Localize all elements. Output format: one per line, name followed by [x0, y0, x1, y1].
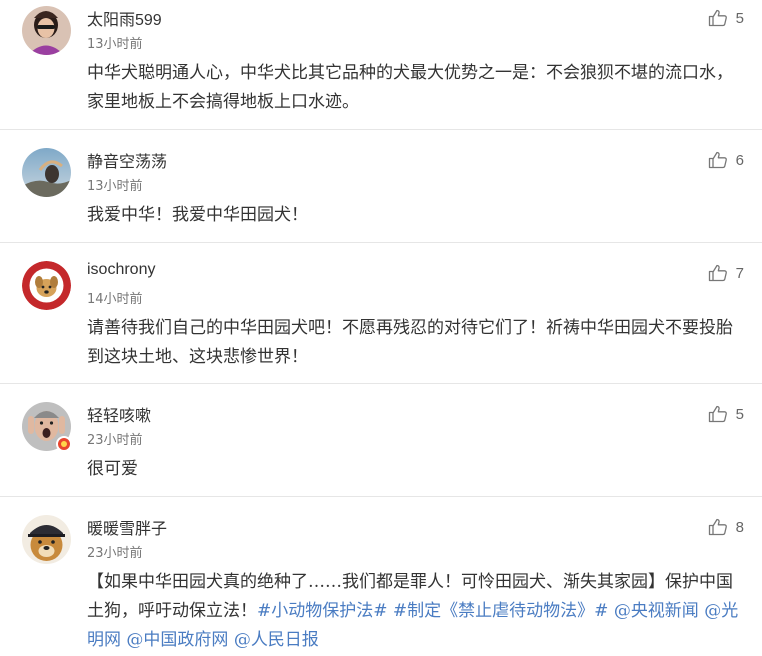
comment-text: 很可爱: [87, 459, 138, 479]
username[interactable]: 暖暖雪胖子: [87, 515, 167, 539]
like-button[interactable]: 5: [708, 9, 744, 27]
avatar[interactable]: [22, 148, 71, 197]
like-button[interactable]: 7: [708, 264, 744, 282]
thumbs-up-icon: [708, 405, 727, 423]
like-count: 5: [735, 9, 744, 27]
like-count: 8: [735, 518, 744, 536]
comment-item: 太阳雨599 13小时前 5 中华犬聪明通人心，中华犬比其它品种的犬最大优势之一…: [0, 0, 762, 130]
thumbs-up-icon: [708, 518, 727, 536]
like-count: 7: [735, 264, 744, 282]
mention-link[interactable]: @中国政府网: [126, 630, 228, 650]
comment-text: 我爱中华！我爱中华田园犬！: [87, 205, 308, 225]
timestamp: 23小时前: [87, 546, 143, 561]
hashtag-link[interactable]: #制定《禁止虐待动物法》#: [393, 601, 609, 621]
comment-item: 暖暖雪胖子 23小时前 8 【如果中华田园犬真的绝种了……我们都是罪人！可怜田园…: [0, 509, 762, 656]
timestamp: 13小时前: [87, 179, 143, 194]
comment-item: 静音空荡荡 13小时前 6 我爱中华！我爱中华田园犬！: [0, 142, 762, 243]
avatar-sky-photo-icon: [22, 148, 71, 197]
timestamp: 23小时前: [87, 433, 143, 448]
timestamp: 14小时前: [87, 292, 143, 307]
avatar[interactable]: [22, 6, 71, 55]
mention-link[interactable]: @人民日报: [234, 630, 319, 650]
avatar-dog-badge-icon: [22, 261, 71, 310]
mention-link[interactable]: @央视新闻: [614, 601, 699, 621]
like-button[interactable]: 5: [708, 405, 744, 423]
comment-text: 【如果中华田园犬真的绝种了……我们都是罪人！可怜田园犬、渐失其家园】保护中国土狗…: [87, 568, 747, 655]
thumbs-up-icon: [708, 9, 727, 27]
comment-text: 请善待我们自己的中华田园犬吧！不愿再残忍的对待它们了！祈祷中华田园犬不要投胎到这…: [87, 318, 733, 367]
like-button[interactable]: 8: [708, 518, 744, 536]
like-count: 5: [735, 405, 744, 423]
avatar[interactable]: [22, 515, 71, 564]
comment-feed: 太阳雨599 13小时前 5 中华犬聪明通人心，中华犬比其它品种的犬最大优势之一…: [0, 0, 762, 656]
avatar-dog-cap-icon: [22, 515, 71, 564]
comment-item: 轻轻咳嗽 23小时前 5 很可爱: [0, 396, 762, 497]
hashtag-link[interactable]: #小动物保护法#: [257, 601, 388, 621]
verified-badge-icon: [56, 436, 72, 452]
like-button[interactable]: 6: [708, 151, 744, 169]
username[interactable]: 静音空荡荡: [87, 148, 167, 172]
comment-item: isochrony 14小时前 7 请善待我们自己的中华田园犬吧！不愿再残忍的对…: [0, 255, 762, 384]
thumbs-up-icon: [708, 264, 727, 282]
like-count: 6: [735, 151, 744, 169]
username[interactable]: isochrony: [87, 261, 155, 279]
username[interactable]: 轻轻咳嗽: [87, 402, 151, 426]
avatar-woman-sunglasses-icon: [22, 6, 71, 55]
thumbs-up-icon: [708, 151, 727, 169]
comment-text: 中华犬聪明通人心，中华犬比其它品种的犬最大优势之一是：不会狼狈不堪的流口水，家里…: [87, 63, 733, 112]
username[interactable]: 太阳雨599: [87, 6, 162, 30]
avatar[interactable]: [22, 261, 71, 310]
timestamp: 13小时前: [87, 37, 143, 52]
